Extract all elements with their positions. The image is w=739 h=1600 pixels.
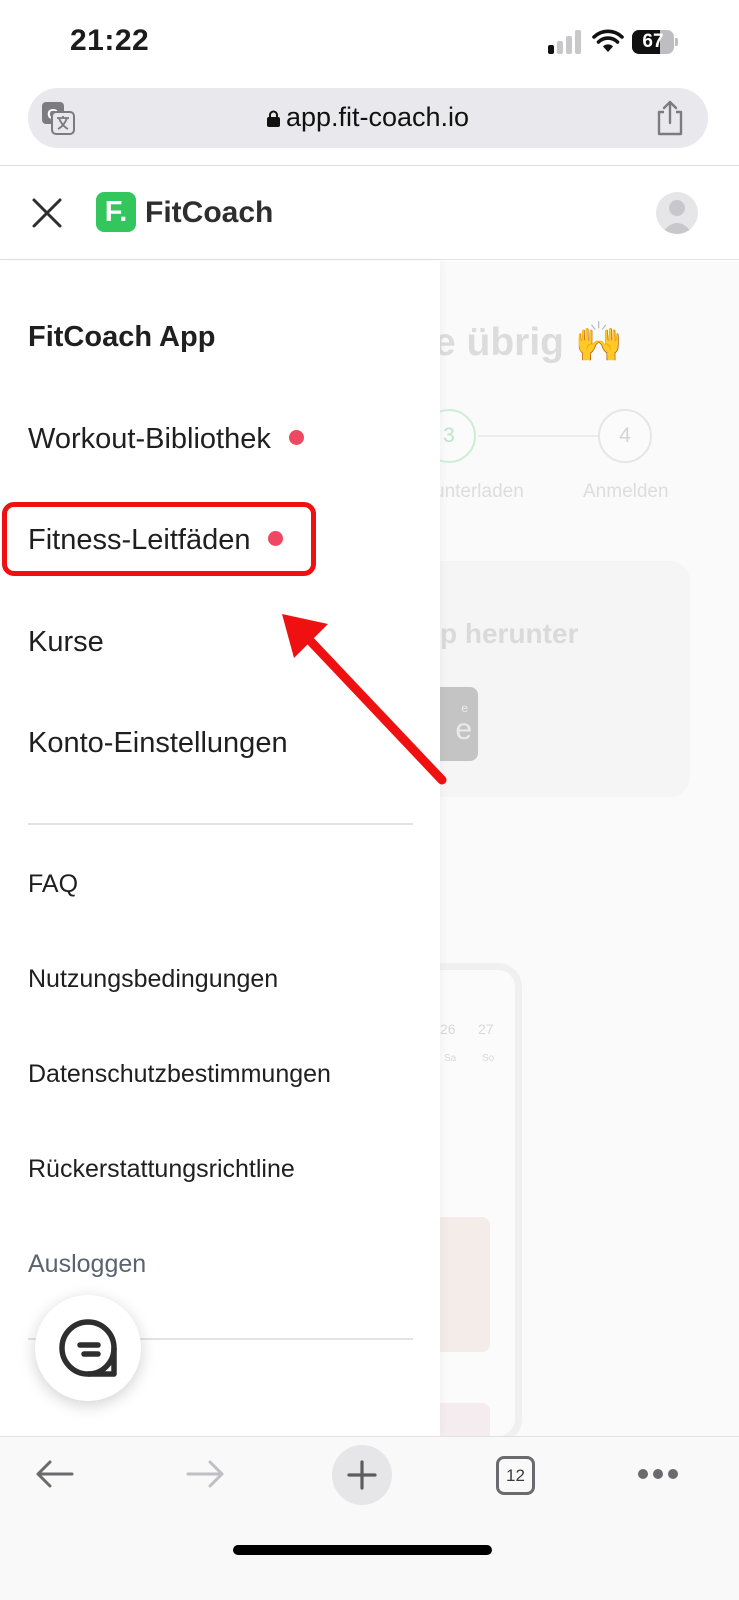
chat-icon — [59, 1319, 117, 1377]
calendar-weekday: Sa — [444, 1053, 457, 1064]
menu-item-courses[interactable]: Kurse — [28, 626, 104, 659]
drawer-divider — [28, 823, 413, 825]
tabs-icon[interactable]: 12 — [496, 1456, 535, 1495]
url-field[interactable]: app.fit-coach.io — [28, 102, 708, 133]
background-heading: e übrig 🙌 — [440, 321, 624, 364]
brand-logo[interactable]: F. — [96, 192, 136, 232]
step-3: 3 — [440, 409, 476, 463]
status-time: 21:22 — [70, 24, 150, 57]
address-bar[interactable]: G app.fit-coach.io — [28, 88, 708, 148]
brand-name[interactable]: FitCoach — [145, 196, 273, 230]
menu-item-workout-library[interactable]: Workout-Bibliothek — [28, 423, 304, 456]
wifi-icon — [592, 28, 624, 54]
drawer-section-title: FitCoach App — [28, 321, 216, 353]
step-4-label: Anmelden — [583, 481, 669, 502]
calendar-day: 26 — [440, 1021, 456, 1037]
annotation-highlight-box — [2, 502, 316, 576]
lock-icon — [266, 103, 280, 127]
avatar[interactable] — [656, 192, 698, 234]
menu-item-refund-policy[interactable]: Rückerstattungsrichtline — [28, 1155, 295, 1184]
background-card — [440, 561, 690, 797]
annotation-arrow — [282, 614, 447, 785]
url-text: app.fit-coach.io — [285, 102, 470, 132]
menu-item-logout[interactable]: Ausloggen — [28, 1250, 146, 1279]
menu-item-label: Kurse — [28, 626, 104, 658]
menu-item-faq[interactable]: FAQ — [28, 870, 78, 899]
menu-item-label: Workout-Bibliothek — [28, 423, 271, 455]
menu-item-privacy[interactable]: Datenschutzbestimmungen — [28, 1060, 331, 1089]
background-card-title: p herunter — [440, 618, 579, 649]
plus-icon — [347, 1460, 377, 1490]
more-icon[interactable] — [638, 1469, 678, 1481]
calendar-day: 27 — [478, 1021, 494, 1037]
home-indicator — [233, 1545, 492, 1555]
share-icon[interactable] — [654, 99, 686, 137]
notification-dot — [288, 430, 304, 445]
menu-item-label: Konto-Einstellungen — [28, 727, 288, 759]
browser-toolbar: 12 — [0, 1436, 739, 1600]
battery-icon: 67 — [632, 30, 678, 54]
forward-icon[interactable] — [186, 1459, 226, 1489]
step-4: 4 — [598, 409, 652, 463]
status-bar: 21:22 67 — [0, 0, 739, 84]
battery-level: 67 — [642, 31, 664, 52]
menu-item-terms[interactable]: Nutzungsbedingungen — [28, 965, 278, 994]
cellular-signal-icon — [548, 30, 584, 54]
workout-photo — [440, 1403, 490, 1436]
step-3-label: unterladen — [440, 481, 524, 502]
chat-button[interactable] — [35, 1295, 141, 1401]
close-menu-icon[interactable] — [30, 196, 64, 230]
back-icon[interactable] — [34, 1459, 74, 1489]
new-tab-button[interactable] — [332, 1445, 392, 1505]
workout-photo — [440, 1217, 490, 1352]
app-header: F. FitCoach — [0, 166, 739, 260]
navigation-drawer: FitCoach App Workout-Bibliothek Fitness-… — [0, 261, 440, 1436]
menu-item-account-settings[interactable]: Konto-Einstellungen — [28, 727, 288, 760]
background-page: e übrig 🙌 3 4 unterladen Anmelden p heru… — [440, 261, 739, 1436]
brand-logo-letter: F. — [104, 196, 128, 228]
calendar-weekday: So — [482, 1053, 495, 1064]
